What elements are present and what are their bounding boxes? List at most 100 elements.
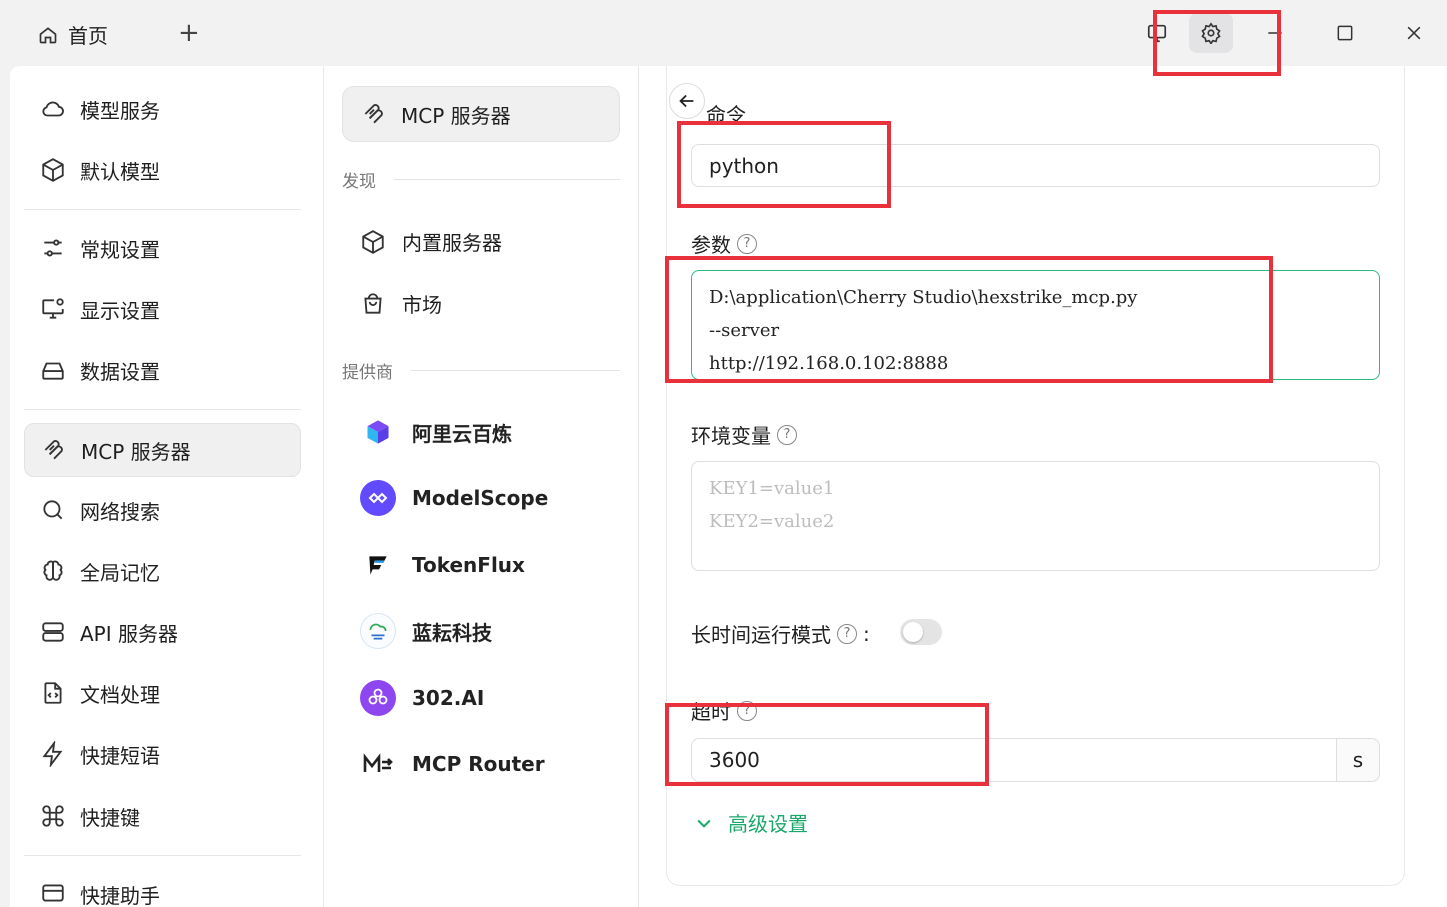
help-icon[interactable]: ? — [837, 623, 857, 644]
provider-bailian[interactable]: 阿里云百炼 — [360, 414, 512, 450]
back-button[interactable] — [669, 83, 705, 119]
provider-302ai[interactable]: 302.AI — [360, 680, 484, 716]
sidebar-item-general[interactable]: 常规设置 — [24, 221, 301, 275]
command-icon — [42, 805, 64, 827]
long-running-label: 长时间运行模式 ? : — [691, 619, 870, 648]
timeout-unit: s — [1336, 738, 1380, 782]
long-running-label-text: 长时间运行模式 — [691, 623, 831, 647]
cube-icon — [362, 229, 384, 254]
sidebar-item-label: 常规设置 — [80, 237, 160, 262]
long-running-toggle[interactable] — [900, 619, 942, 645]
settings-sidebar: 模型服务 默认模型 常规设置 显示设置 数据设置 MCP 服务器 网络搜索 全局… — [10, 66, 324, 907]
nav-builtin-servers[interactable]: 内置服务器 — [360, 227, 502, 256]
server-icon — [42, 622, 64, 642]
sidebar-item-data[interactable]: 数据设置 — [24, 343, 301, 397]
discover-heading: 发现 — [342, 167, 620, 192]
brain-icon — [43, 560, 63, 581]
close-button[interactable] — [1399, 18, 1429, 48]
mcp-icon — [364, 104, 383, 124]
timeout-input-value: 3600 — [709, 748, 760, 772]
hard-drive-icon — [42, 362, 64, 380]
env-textarea[interactable]: KEY1=value1 KEY2=value2 — [691, 461, 1380, 571]
help-icon[interactable]: ? — [777, 424, 797, 445]
bailian-logo — [360, 414, 396, 450]
tokenflux-logo — [360, 547, 396, 583]
provider-mcp-router[interactable]: MCP Router — [360, 746, 545, 782]
command-label-text: 命令 — [706, 103, 746, 127]
mcp-nav-servers-label: MCP 服务器 — [401, 103, 511, 128]
sidebar-item-quick-assistant[interactable]: 快捷助手 — [24, 866, 301, 907]
command-label: 命令 — [706, 99, 746, 128]
advanced-settings-label: 高级设置 — [728, 812, 808, 836]
maximize-button[interactable] — [1330, 18, 1360, 48]
sidebar-item-web-search[interactable]: 网络搜索 — [24, 483, 301, 537]
help-icon[interactable]: ? — [737, 700, 757, 721]
sidebar-divider — [24, 409, 301, 410]
mini-window-button[interactable] — [1142, 18, 1172, 48]
sidebar-item-label: 快捷键 — [80, 805, 140, 830]
sidebar-item-label: 网络搜索 — [80, 499, 160, 524]
command-input[interactable]: python — [691, 144, 1380, 187]
mcp-nav: MCP 服务器 发现 内置服务器 市场 提供商 阿里云百炼 ModelScope — [324, 66, 639, 907]
sidebar-item-api-server[interactable]: API 服务器 — [24, 605, 301, 659]
sidebar-item-memory[interactable]: 全局记忆 — [24, 544, 301, 598]
provider-modelscope[interactable]: ModelScope — [360, 480, 548, 516]
sidebar-item-shortcuts[interactable]: 快捷键 — [24, 789, 301, 843]
zap-icon — [42, 741, 63, 767]
nav-marketplace-label: 市场 — [402, 293, 442, 317]
args-textarea[interactable]: D:\application\Cherry Studio\hexstrike_m… — [691, 270, 1380, 380]
provider-tokenflux[interactable]: TokenFlux — [360, 547, 525, 583]
env-label-text: 环境变量 — [691, 424, 771, 448]
sidebar-item-quick-phrases[interactable]: 快捷短语 — [24, 727, 301, 781]
provider-label: ModelScope — [412, 486, 549, 510]
mini-window-icon — [1147, 24, 1167, 43]
arrow-left-icon — [679, 94, 694, 108]
gear-icon — [1201, 22, 1221, 44]
minimize-button[interactable] — [1260, 18, 1290, 48]
long-running-colon: : — [863, 621, 870, 646]
mcp-router-logo — [360, 746, 396, 782]
tab-home[interactable]: 首页 — [38, 20, 108, 49]
title-bar: 首页 + — [0, 0, 1447, 66]
mcp-nav-servers[interactable]: MCP 服务器 — [342, 86, 620, 142]
sidebar-item-label: API 服务器 — [80, 621, 178, 646]
providers-heading: 提供商 — [342, 358, 620, 383]
nav-marketplace[interactable]: 市场 — [360, 289, 442, 318]
args-label-text: 参数 — [691, 233, 731, 257]
timeout-label-text: 超时 — [691, 700, 731, 724]
new-tab-button[interactable]: + — [178, 20, 200, 46]
chevron-down-icon — [697, 819, 711, 828]
modelscope-logo — [360, 480, 396, 516]
monitor-gear-icon — [42, 298, 64, 319]
env-label: 环境变量 ? — [691, 420, 797, 449]
provider-lanyun[interactable]: 蓝耘科技 — [360, 613, 492, 649]
sidebar-item-label: 快捷助手 — [80, 884, 160, 907]
sidebar-item-doc-processing[interactable]: 文档处理 — [24, 666, 301, 720]
sidebar-item-model-service[interactable]: 模型服务 — [24, 82, 301, 136]
sliders-icon — [44, 239, 62, 257]
shopping-bag-icon — [364, 292, 382, 314]
close-icon — [1407, 26, 1421, 40]
sidebar-item-display[interactable]: 显示设置 — [24, 282, 301, 336]
timeout-input[interactable]: 3600 — [691, 738, 1337, 782]
tab-home-label: 首页 — [68, 24, 108, 48]
sidebar-item-label: 数据设置 — [80, 359, 160, 384]
timeout-label: 超时 ? — [691, 696, 757, 725]
advanced-settings-toggle[interactable]: 高级设置 — [694, 808, 808, 837]
sidebar-item-default-model[interactable]: 默认模型 — [24, 143, 301, 197]
toggle-knob — [903, 622, 923, 642]
302ai-logo — [360, 680, 396, 716]
providers-heading-label: 提供商 — [342, 363, 393, 383]
home-icon — [39, 26, 57, 43]
sidebar-item-label: 文档处理 — [80, 682, 160, 707]
provider-label: 阿里云百炼 — [412, 421, 512, 446]
cube-icon — [42, 158, 64, 182]
sidebar-item-mcp[interactable]: MCP 服务器 — [24, 423, 301, 477]
sidebar-item-label: 模型服务 — [80, 98, 160, 123]
cloud-icon — [42, 101, 64, 117]
help-icon[interactable]: ? — [737, 233, 757, 254]
settings-button[interactable] — [1189, 13, 1233, 53]
lanyun-logo — [360, 613, 396, 649]
search-icon — [43, 500, 63, 520]
sidebar-item-label: MCP 服务器 — [81, 439, 191, 464]
